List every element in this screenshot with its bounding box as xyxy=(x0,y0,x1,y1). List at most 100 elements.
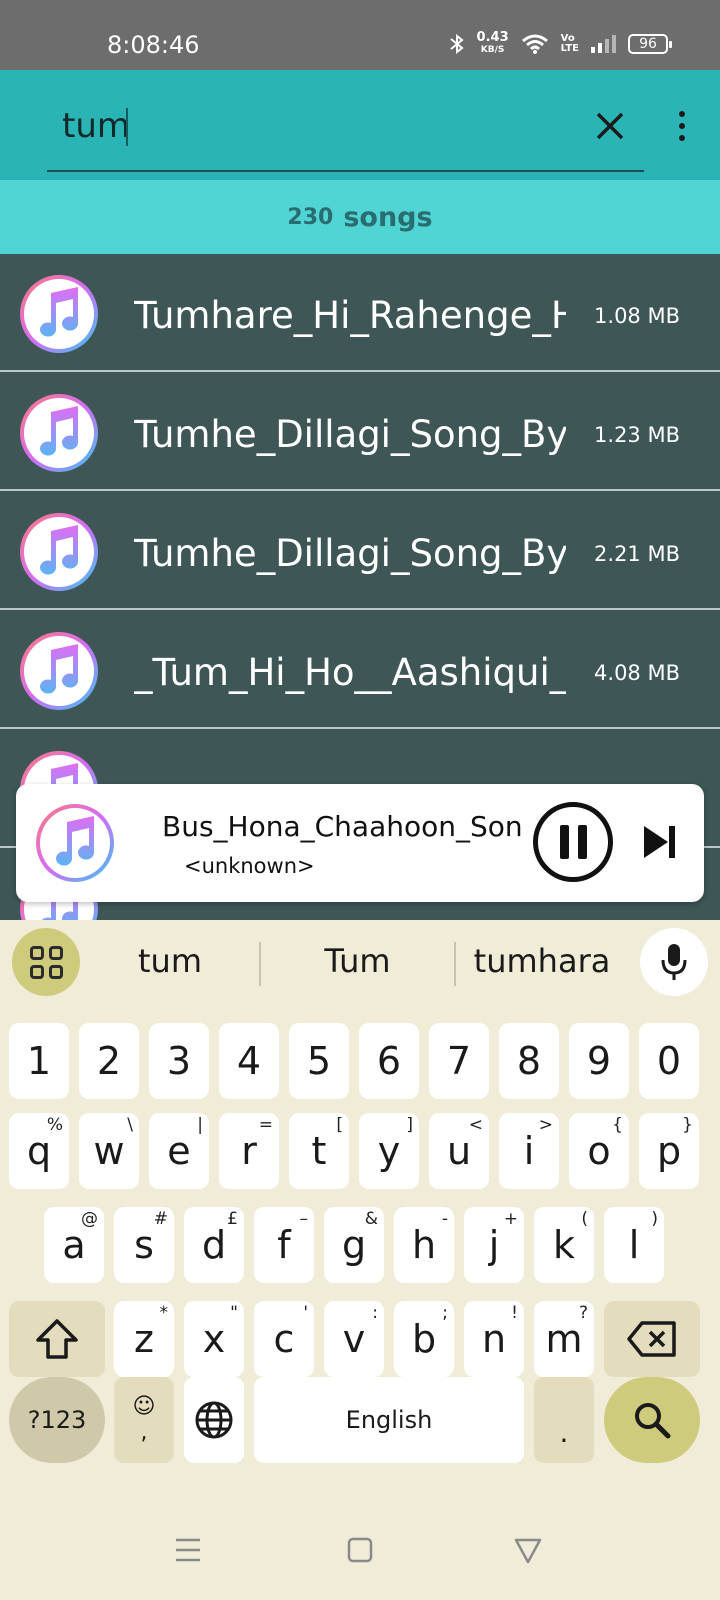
key-a[interactable]: a @ xyxy=(44,1207,104,1283)
search-icon xyxy=(635,1403,671,1439)
key-0[interactable]: 0 xyxy=(639,1023,699,1099)
system-nav-bar xyxy=(0,1490,720,1600)
network-speed-unit: KB/S xyxy=(480,45,505,55)
suggestion-3[interactable]: tumhara xyxy=(462,942,622,980)
key-u[interactable]: u < xyxy=(429,1113,489,1189)
key-h[interactable]: h- xyxy=(394,1207,454,1283)
key-w[interactable]: w \ xyxy=(79,1113,139,1189)
key-b[interactable]: b; xyxy=(394,1301,454,1377)
now-playing-artist: <unknown> xyxy=(184,854,315,878)
more-vert-icon xyxy=(679,111,685,117)
key-g[interactable]: g & xyxy=(324,1207,384,1283)
key-q[interactable]: q% xyxy=(9,1113,69,1189)
song-count-label: songs xyxy=(343,201,433,233)
signal-icon xyxy=(591,35,616,53)
emoji-comma-key[interactable]: ☺ , xyxy=(114,1377,174,1463)
key-3[interactable]: 3 xyxy=(149,1023,209,1099)
more-options-button[interactable] xyxy=(670,104,694,148)
key-m[interactable]: m? xyxy=(534,1301,594,1377)
space-key[interactable]: English xyxy=(254,1377,524,1463)
key-z[interactable]: z * xyxy=(114,1301,174,1377)
song-row[interactable]: Tumhare_Hi_Rahenge_H 1.08 MB xyxy=(0,254,720,372)
status-icons: 0.43 KB/S Vo LTE 96 xyxy=(449,30,672,56)
key-f[interactable]: f – xyxy=(254,1207,314,1283)
suggestion-2[interactable]: Tum xyxy=(290,942,425,980)
backspace-key[interactable] xyxy=(604,1301,700,1377)
song-row[interactable]: Tumhe_Dillagi_Song_By_ 2.21 MB xyxy=(0,492,720,610)
mini-player[interactable]: Bus_Hona_Chaahoon_Son <unknown> xyxy=(16,784,704,902)
music-note-icon xyxy=(34,802,116,884)
symbols-key[interactable]: ?123 xyxy=(9,1377,105,1463)
music-note-icon xyxy=(18,273,100,355)
song-title: Tumhe_Dillagi_Song_By_ xyxy=(134,413,566,456)
volte-indicator: Vo LTE xyxy=(560,33,579,54)
backspace-icon xyxy=(627,1321,676,1357)
apps-grid-icon xyxy=(29,945,44,960)
music-note-icon xyxy=(18,630,100,712)
search-underline xyxy=(47,170,644,172)
key-x[interactable]: x " xyxy=(184,1301,244,1377)
song-row[interactable]: Tumhe_Dillagi_Song_By_ 1.23 MB xyxy=(0,373,720,491)
key-j[interactable]: j + xyxy=(464,1207,524,1283)
key-8[interactable]: 8 xyxy=(499,1023,559,1099)
music-note-icon xyxy=(18,392,100,474)
battery-icon: 96 xyxy=(628,34,672,54)
key-y[interactable]: y] xyxy=(359,1113,419,1189)
key-r[interactable]: r = xyxy=(219,1113,279,1189)
language-key[interactable] xyxy=(184,1377,244,1463)
key-v[interactable]: v: xyxy=(324,1301,384,1377)
song-size: 4.08 MB xyxy=(594,661,680,685)
network-speed-value: 0.43 xyxy=(476,30,509,45)
key-l[interactable]: l) xyxy=(604,1207,664,1283)
suggestion-1[interactable]: tum xyxy=(110,942,230,980)
key-4[interactable]: 4 xyxy=(219,1023,279,1099)
period-key[interactable]: . xyxy=(534,1377,594,1463)
key-9[interactable]: 9 xyxy=(569,1023,629,1099)
song-title: Tumhe_Dillagi_Song_By_ xyxy=(134,532,566,575)
shift-icon xyxy=(36,1319,78,1359)
song-count-bar: 230 songs xyxy=(0,180,720,254)
song-size: 1.08 MB xyxy=(594,304,680,328)
close-icon xyxy=(596,112,624,140)
pause-icon xyxy=(559,825,569,859)
back-icon[interactable] xyxy=(508,1530,548,1570)
key-t[interactable]: t[ xyxy=(289,1113,349,1189)
network-speed: 0.43 KB/S xyxy=(476,30,509,56)
music-note-icon xyxy=(18,511,100,593)
song-size: 2.21 MB xyxy=(594,542,680,566)
key-6[interactable]: 6 xyxy=(359,1023,419,1099)
key-s[interactable]: s # xyxy=(114,1207,174,1283)
home-icon[interactable] xyxy=(340,1530,380,1570)
search-input[interactable] xyxy=(62,104,582,148)
bluetooth-icon xyxy=(449,33,464,55)
shift-key[interactable] xyxy=(9,1301,105,1377)
key-c[interactable]: c ' xyxy=(254,1301,314,1377)
wifi-icon xyxy=(521,34,548,54)
key-k[interactable]: k( xyxy=(534,1207,594,1283)
key-p[interactable]: p} xyxy=(639,1113,699,1189)
skip-next-icon[interactable] xyxy=(640,822,680,862)
key-1[interactable]: 1 xyxy=(9,1023,69,1099)
key-5[interactable]: 5 xyxy=(289,1023,349,1099)
now-playing-title: Bus_Hona_Chaahoon_Son xyxy=(162,810,523,843)
key-o[interactable]: o{ xyxy=(569,1113,629,1189)
key-i[interactable]: i > xyxy=(499,1113,559,1189)
song-title: Tumhare_Hi_Rahenge_H xyxy=(134,294,566,337)
key-n[interactable]: n! xyxy=(464,1301,524,1377)
clock: 8:08:46 xyxy=(107,31,200,59)
pause-button[interactable] xyxy=(533,802,613,882)
clear-search-button[interactable] xyxy=(590,106,630,146)
status-bar: 8:08:46 0.43 KB/S Vo LTE 96 xyxy=(0,0,720,70)
keyboard-apps-button[interactable] xyxy=(12,928,80,996)
search-key[interactable] xyxy=(604,1377,700,1463)
voice-input-button[interactable] xyxy=(640,928,708,996)
key-e[interactable]: e | xyxy=(149,1113,209,1189)
recents-menu-icon[interactable] xyxy=(168,1530,208,1570)
key-7[interactable]: 7 xyxy=(429,1023,489,1099)
song-count: 230 xyxy=(287,204,334,230)
song-row[interactable]: _Tum_Hi_Ho__Aashiqui_2 4.08 MB xyxy=(0,611,720,729)
song-size: 1.23 MB xyxy=(594,423,680,447)
mic-icon xyxy=(661,944,687,980)
key-d[interactable]: d £ xyxy=(184,1207,244,1283)
key-2[interactable]: 2 xyxy=(79,1023,139,1099)
